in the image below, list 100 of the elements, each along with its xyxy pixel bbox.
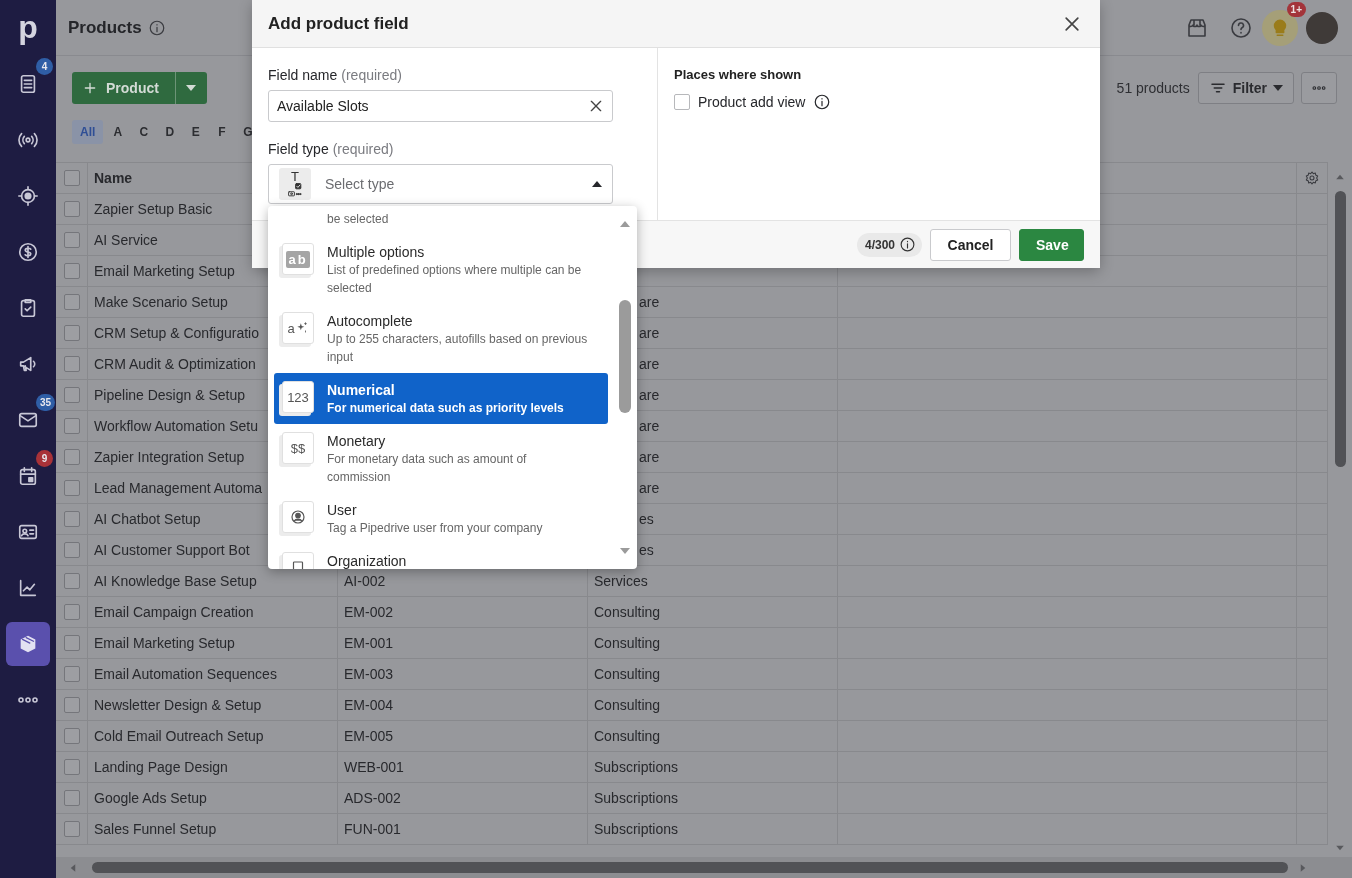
option-description: Up to 255 characters, autofills based on previous input <box>327 331 589 366</box>
checkbox[interactable] <box>63 573 80 589</box>
option-description: Tag a Pipedrive user from your company <box>327 520 544 537</box>
menu-option[interactable]: 123 Numerical For numerical data such as priority levels <box>274 373 608 424</box>
table-cell: AI Service <box>94 232 158 248</box>
table-cell: es <box>639 511 654 527</box>
checkbox[interactable] <box>674 94 690 110</box>
clear-icon[interactable] <box>588 98 604 114</box>
letter-filter[interactable]: G <box>236 120 260 144</box>
checkbox[interactable] <box>63 728 80 744</box>
menu-option[interactable]: be selected <box>274 206 608 235</box>
option-description: For numerical data such as priority levels <box>327 400 565 417</box>
scrollbar-thumb[interactable] <box>92 862 1288 873</box>
letter-filter[interactable]: D <box>158 120 182 144</box>
table-cell: AI Chatbot Setup <box>94 511 201 527</box>
dropdown-button[interactable] <box>174 72 207 104</box>
option-title: Numerical <box>327 381 396 399</box>
table-cell: Services <box>594 573 648 589</box>
table-cell: ADS-002 <box>344 790 401 806</box>
table-cell: Email Campaign Creation <box>94 604 254 620</box>
option-icon: $$ <box>282 432 314 464</box>
table-cell: Subscriptions <box>594 821 679 837</box>
checkbox[interactable] <box>63 790 80 806</box>
checkbox[interactable] <box>63 449 80 465</box>
dialog-title: Add product field <box>268 13 409 34</box>
table-cell: EM-002 <box>344 604 394 620</box>
more-icon <box>1312 86 1326 90</box>
table-cell: AI-002 <box>344 573 386 589</box>
chart-icon <box>17 577 39 599</box>
target-icon <box>17 185 39 207</box>
text-field[interactable]: Available Slots <box>268 90 613 122</box>
checkbox[interactable] <box>63 263 80 279</box>
checkbox[interactable] <box>63 232 80 248</box>
menu-option[interactable]: Organization <box>274 544 608 569</box>
table-cell: Consulting <box>594 604 661 620</box>
checkbox[interactable] <box>63 418 80 434</box>
cancel-button[interactable]: Cancel <box>930 228 1011 261</box>
table-cell: Zapier Integration Setup <box>94 449 245 465</box>
menu-option[interactable]: User Tag a Pipedrive user from your company <box>274 493 608 544</box>
select-field[interactable]: T Select type <box>268 164 613 204</box>
letter-filter[interactable]: C <box>132 120 156 144</box>
checkbox[interactable] <box>63 635 80 651</box>
checkbox[interactable] <box>63 325 80 341</box>
option-title: User <box>327 501 358 519</box>
add-product-button[interactable]: Product <box>72 72 175 104</box>
checkbox[interactable] <box>63 387 80 403</box>
letter-filter[interactable]: A <box>106 120 130 144</box>
table-cell: Email Automation Sequences <box>94 666 277 682</box>
info-icon <box>813 93 832 111</box>
option-title: Organization <box>327 552 408 569</box>
table-cell: Landing Page Design <box>94 759 228 775</box>
nav-item[interactable] <box>6 622 50 666</box>
table-cell: Consulting <box>594 666 661 682</box>
table-cell: Sales Funnel Setup <box>94 821 217 837</box>
option-description: List of predefined options where multiple can be selected <box>327 262 583 297</box>
checkbox[interactable] <box>63 697 80 713</box>
scrollbar-thumb[interactable] <box>1334 191 1346 467</box>
avatar[interactable] <box>1306 11 1338 44</box>
checkbox[interactable] <box>63 294 80 310</box>
table-cell: Newsletter Design & Setup <box>94 697 262 713</box>
letter-filter[interactable]: E <box>184 120 208 144</box>
table-cell: are <box>639 449 660 465</box>
help-icon[interactable] <box>1229 15 1253 40</box>
checkbox[interactable] <box>63 170 80 186</box>
table-cell: Email Marketing Setup <box>94 635 235 651</box>
checkbox[interactable] <box>63 542 80 558</box>
checkbox[interactable] <box>63 604 80 620</box>
required-hint: (required) <box>332 141 394 157</box>
checkbox[interactable] <box>63 511 80 527</box>
scrollbar-thumb[interactable] <box>619 300 631 413</box>
option-icon-text: a <box>287 320 295 336</box>
field-types-icon: T <box>279 168 311 200</box>
checkbox[interactable] <box>63 666 80 682</box>
checkbox[interactable] <box>63 480 80 496</box>
menu-option[interactable]: a Autocomplete Up to 255 characters, autofills based on previous input <box>274 304 608 373</box>
table-cell: CRM Audit & Optimization <box>94 356 256 372</box>
app-logo[interactable]: p <box>18 0 38 56</box>
option-icon: 123 <box>282 381 314 413</box>
letter-filter[interactable]: F <box>210 120 234 144</box>
more-icon <box>18 697 38 703</box>
notification-badge: 1+ <box>1286 1 1306 17</box>
checkbox[interactable] <box>63 356 80 372</box>
option-title: Multiple options <box>327 243 426 261</box>
notification-badge: 4 <box>36 58 53 75</box>
caret-icon <box>1273 85 1283 91</box>
table-cell: EM-003 <box>344 666 394 682</box>
table-cell: are <box>639 418 660 434</box>
checkbox[interactable] <box>63 759 80 775</box>
save-button[interactable]: Save <box>1019 228 1084 261</box>
menu-option[interactable]: $$ Monetary For monetary data such as amount of commission <box>274 424 608 493</box>
settings-icon[interactable] <box>1304 170 1320 186</box>
filter-button[interactable]: Filter <box>1197 72 1294 104</box>
checkbox[interactable] <box>63 201 80 217</box>
table-cell: Pipeline Design & Setup <box>94 387 245 403</box>
table-cell: EM-004 <box>344 697 394 713</box>
table-cell: Subscriptions <box>594 790 679 806</box>
checkbox[interactable] <box>63 821 80 837</box>
menu-option[interactable]: ab Multiple options List of predefined options where multiple can be selected <box>274 235 608 304</box>
more-button[interactable] <box>1301 72 1337 104</box>
caret-icon[interactable] <box>592 181 602 187</box>
